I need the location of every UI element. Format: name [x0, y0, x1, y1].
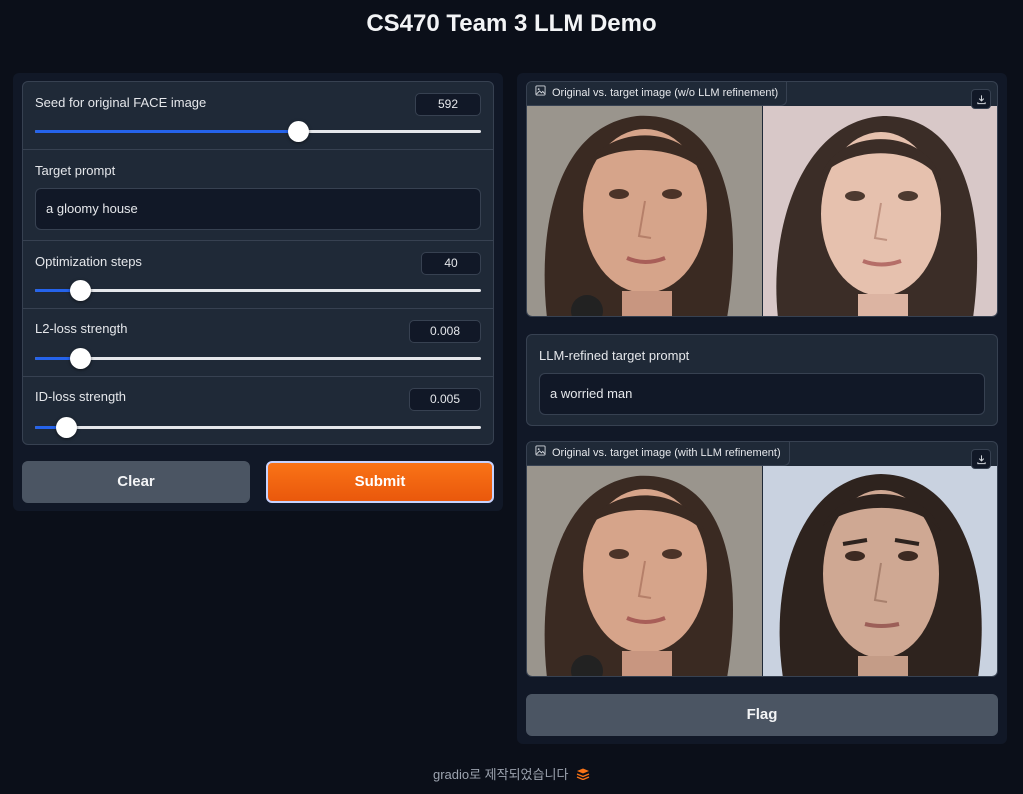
output-image-without-llm: Original vs. target image (w/o LLM refin…: [526, 81, 998, 317]
id-label: ID-loss strength: [35, 389, 127, 404]
l2-slider-thumb[interactable]: [69, 348, 91, 369]
seed-block: Seed for original FACE image 592: [23, 82, 493, 150]
download-icon[interactable]: [971, 89, 991, 109]
output-image-with-llm: Original vs. target image (with LLM refi…: [526, 441, 998, 677]
output-panel: Original vs. target image (w/o LLM refin…: [517, 73, 1007, 744]
footer-text[interactable]: gradio로 제작되었습니다: [433, 767, 568, 782]
llm-refined-prompt-label: LLM-refined target prompt: [539, 348, 690, 363]
target-face-image: [763, 106, 997, 316]
id-slider[interactable]: [35, 417, 481, 438]
image-icon: [535, 442, 546, 465]
flag-button[interactable]: Flag: [526, 694, 998, 736]
image-icon: [535, 82, 546, 105]
steps-label: Optimization steps: [35, 254, 142, 269]
l2-block: L2-loss strength 0.008: [23, 309, 493, 377]
target-prompt-input[interactable]: a gloomy house: [35, 188, 481, 230]
clear-button[interactable]: Clear: [22, 461, 250, 503]
id-number-input[interactable]: 0.005: [409, 388, 481, 411]
original-face-image: [527, 466, 762, 676]
gradio-logo-icon: [576, 768, 590, 783]
llm-refined-prompt-output[interactable]: a worried man: [539, 373, 985, 415]
target-prompt-block: Target prompt a gloomy house: [23, 150, 493, 241]
steps-slider-thumb[interactable]: [69, 280, 91, 301]
page-title: CS470 Team 3 LLM Demo: [366, 10, 657, 37]
image-label-text: Original vs. target image (with LLM refi…: [552, 447, 781, 459]
submit-button[interactable]: Submit: [266, 461, 494, 503]
image-label: Original vs. target image (with LLM refi…: [527, 442, 790, 466]
seed-slider-thumb[interactable]: [288, 121, 310, 142]
l2-number-input[interactable]: 0.008: [409, 320, 481, 343]
target-prompt-label: Target prompt: [35, 163, 116, 178]
seed-label: Seed for original FACE image: [35, 95, 207, 110]
footer: gradio로 제작되었습니다: [0, 764, 1023, 783]
input-panel: Seed for original FACE image 592 Target …: [13, 73, 503, 511]
id-block: ID-loss strength 0.005: [23, 377, 493, 444]
seed-slider-fill: [35, 130, 299, 133]
id-slider-thumb[interactable]: [56, 417, 78, 438]
steps-slider[interactable]: [35, 280, 481, 301]
steps-number-input[interactable]: 40: [421, 252, 481, 275]
image-label-text: Original vs. target image (w/o LLM refin…: [552, 87, 779, 99]
llm-refined-prompt-block: LLM-refined target prompt a worried man: [526, 334, 998, 426]
steps-block: Optimization steps 40: [23, 241, 493, 309]
seed-slider[interactable]: [35, 121, 481, 142]
download-icon[interactable]: [971, 449, 991, 469]
seed-number-input[interactable]: 592: [415, 93, 481, 116]
l2-slider[interactable]: [35, 348, 481, 369]
input-form: Seed for original FACE image 592 Target …: [22, 81, 494, 445]
original-face-image: [527, 106, 762, 316]
target-face-image: [763, 466, 997, 676]
image-label: Original vs. target image (w/o LLM refin…: [527, 82, 788, 106]
l2-label: L2-loss strength: [35, 321, 128, 336]
